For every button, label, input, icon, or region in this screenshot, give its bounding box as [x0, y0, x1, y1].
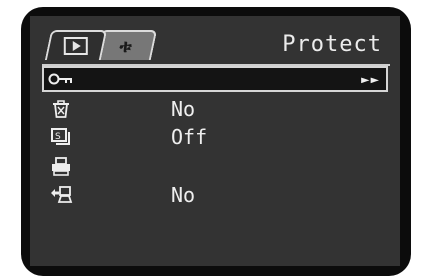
submenu-arrow-icon: ►►	[361, 72, 380, 88]
slideshow-icon: S	[44, 126, 78, 148]
menu-item-protect[interactable]: ►►	[42, 66, 388, 92]
menu-item-print-order[interactable]	[44, 154, 386, 180]
menu-title: Protect	[282, 32, 382, 57]
menu-item-transfer-order[interactable]: No	[44, 182, 386, 208]
transfer-icon	[44, 184, 78, 206]
menu-item-value: No	[171, 97, 196, 121]
lcd-screen: ቱ Protect ►► No S Off No	[30, 16, 400, 266]
menu-item-delete-all[interactable]: No	[44, 96, 386, 122]
tab-playback[interactable]	[44, 30, 108, 60]
camera-bezel: ቱ Protect ►► No S Off No	[0, 0, 425, 279]
printer-icon	[44, 156, 78, 178]
trash-icon	[44, 98, 78, 120]
menu-tabs: ቱ	[44, 30, 244, 66]
tools-icon: ቱ	[119, 35, 132, 57]
key-icon	[44, 68, 78, 90]
menu-item-value: No	[171, 183, 196, 207]
menu-item-value: Off	[171, 125, 208, 149]
svg-text:S: S	[55, 132, 61, 142]
play-icon	[63, 37, 88, 55]
menu-item-slideshow[interactable]: S Off	[44, 124, 386, 150]
